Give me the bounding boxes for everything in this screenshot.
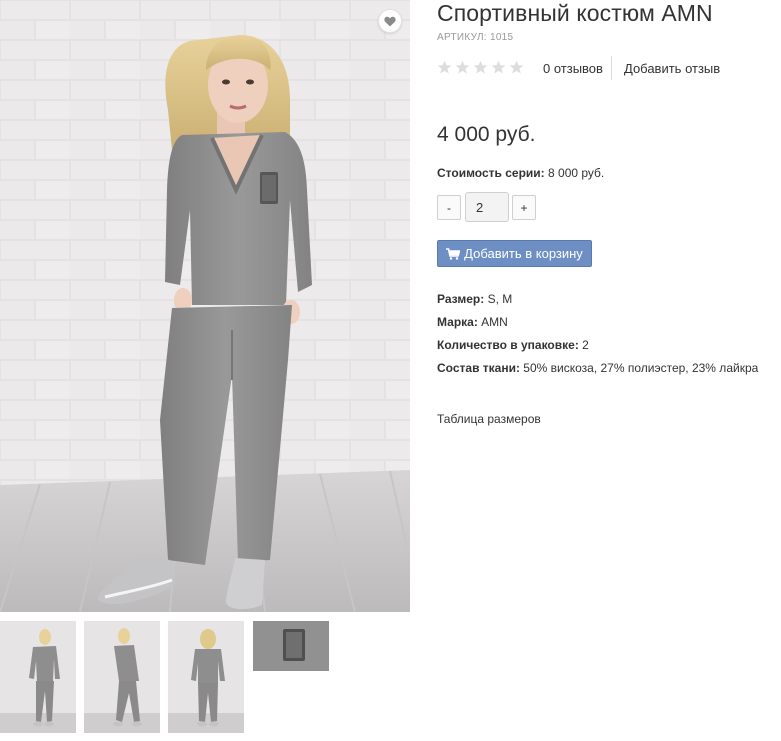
thumbnail-image <box>168 621 244 733</box>
property-label: Размер: <box>437 292 485 306</box>
property-label: Состав ткани: <box>437 361 520 375</box>
series-price: Стоимость серии: 8 000 руб. <box>437 166 604 180</box>
product-sku: АРТИКУЛ: 1015 <box>437 32 514 43</box>
star-icon[interactable] <box>491 60 506 75</box>
series-price-label: Стоимость серии: <box>437 166 545 180</box>
property-label: Количество в упаковке: <box>437 338 579 352</box>
series-price-value: 8 000 руб. <box>548 166 605 180</box>
star-icon[interactable] <box>455 60 470 75</box>
quantity-increase-button[interactable]: + <box>512 195 536 220</box>
product-title: Спортивный костюм AMN <box>437 0 713 26</box>
star-icon[interactable] <box>509 60 524 75</box>
thumbnail-image <box>0 621 76 733</box>
quantity-decrease-button[interactable]: - <box>437 195 461 220</box>
product-main-image[interactable] <box>0 0 410 612</box>
property-fabric: Состав ткани: 50% вискоза, 27% полиэстер… <box>437 361 758 384</box>
rating-stars[interactable] <box>437 60 524 75</box>
property-value: 50% вискоза, 27% полиэстер, 23% лайкра <box>523 361 759 375</box>
wishlist-button[interactable] <box>378 9 402 33</box>
cart-icon <box>446 247 461 260</box>
reviews-count-link[interactable]: 0 отзывов <box>543 61 603 76</box>
property-brand: Марка: AMN <box>437 315 758 338</box>
property-value: AMN <box>481 315 508 329</box>
thumbnail-image <box>84 621 160 733</box>
property-value: 2 <box>582 338 589 352</box>
thumbnail-image <box>253 621 329 671</box>
product-photo <box>0 0 410 612</box>
thumbnail-3[interactable] <box>168 621 244 733</box>
divider <box>611 56 612 80</box>
size-table-link[interactable]: Таблица размеров <box>437 412 541 426</box>
property-pack-quantity: Количество в упаковке: 2 <box>437 338 758 361</box>
add-to-cart-button[interactable]: Добавить в корзину <box>437 240 592 267</box>
thumbnail-2[interactable] <box>84 621 160 733</box>
product-price: 4 000 руб. <box>437 123 536 146</box>
property-label: Марка: <box>437 315 478 329</box>
quantity-input[interactable] <box>465 192 509 222</box>
property-value: S, M <box>487 292 513 306</box>
add-review-link[interactable]: Добавить отзыв <box>624 61 720 76</box>
product-properties: Размер: S, M Марка: AMN Количество в упа… <box>437 292 758 384</box>
add-to-cart-label: Добавить в корзину <box>464 246 583 261</box>
thumbnail-1[interactable] <box>0 621 76 733</box>
heart-icon <box>384 16 396 26</box>
property-size: Размер: S, M <box>437 292 758 315</box>
star-icon[interactable] <box>473 60 488 75</box>
thumbnail-4[interactable] <box>253 621 329 671</box>
star-icon[interactable] <box>437 60 452 75</box>
